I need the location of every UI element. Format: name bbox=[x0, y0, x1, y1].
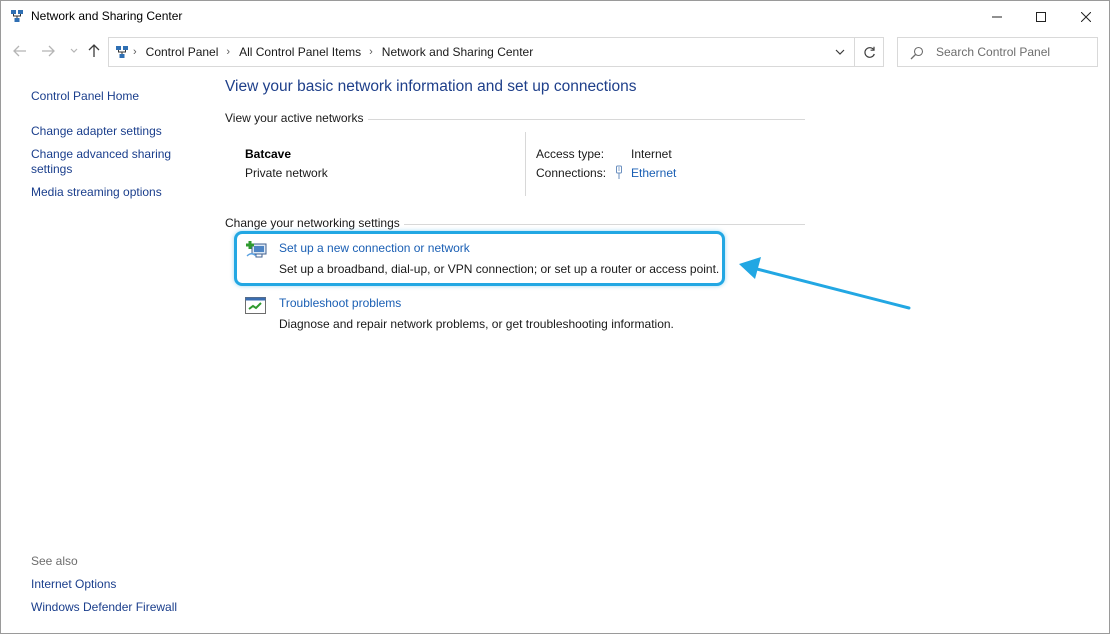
setup-new-connection-description: Set up a broadband, dial-up, or VPN conn… bbox=[279, 262, 720, 276]
breadcrumb-all-items[interactable]: All Control Panel Items bbox=[239, 45, 361, 59]
title-bar: Network and Sharing Center bbox=[1, 1, 1109, 32]
active-networks-section: View your active networks bbox=[225, 111, 805, 127]
chevron-right-icon[interactable]: › bbox=[369, 46, 373, 58]
see-also-heading: See also bbox=[31, 554, 78, 568]
network-type: Private network bbox=[245, 166, 328, 180]
address-dropdown-icon[interactable] bbox=[834, 46, 846, 58]
active-networks-heading: View your active networks bbox=[225, 111, 368, 125]
access-type-value: Internet bbox=[631, 147, 672, 161]
connections-label: Connections: bbox=[536, 166, 607, 180]
navigation-bar: › Control Panel › All Control Panel Item… bbox=[1, 37, 1109, 67]
troubleshoot-icon bbox=[245, 297, 266, 314]
recent-locations-button[interactable] bbox=[65, 41, 83, 61]
close-icon bbox=[1081, 11, 1091, 22]
highlight-box bbox=[234, 231, 725, 286]
refresh-button[interactable] bbox=[855, 37, 884, 67]
chevron-right-icon[interactable]: › bbox=[133, 46, 137, 58]
vertical-divider bbox=[525, 132, 526, 196]
breadcrumb-control-panel[interactable]: Control Panel bbox=[146, 45, 219, 59]
search-icon bbox=[910, 46, 924, 60]
setup-new-connection-link[interactable]: Set up a new connection or network bbox=[279, 241, 470, 255]
control-panel-icon bbox=[116, 46, 128, 58]
ethernet-connection-link[interactable]: Ethernet bbox=[631, 166, 676, 180]
media-streaming-options-link[interactable]: Media streaming options bbox=[31, 185, 162, 200]
change-advanced-sharing-link[interactable]: Change advanced sharing settings bbox=[31, 147, 181, 177]
troubleshoot-problems-description: Diagnose and repair network problems, or… bbox=[279, 317, 674, 331]
minimize-icon bbox=[992, 16, 1002, 17]
up-button[interactable] bbox=[85, 41, 103, 61]
chevron-right-icon[interactable]: › bbox=[226, 46, 230, 58]
control-panel-home-link[interactable]: Control Panel Home bbox=[31, 89, 139, 104]
arrow-up-icon bbox=[88, 44, 100, 57]
breadcrumb-network-sharing-center[interactable]: Network and Sharing Center bbox=[382, 45, 533, 59]
change-settings-heading: Change your networking settings bbox=[225, 216, 404, 230]
back-button[interactable] bbox=[11, 41, 29, 61]
minimize-button[interactable] bbox=[974, 1, 1020, 32]
ethernet-icon bbox=[616, 165, 622, 179]
internet-options-link[interactable]: Internet Options bbox=[31, 577, 116, 591]
page-title: View your basic network information and … bbox=[225, 78, 637, 95]
annotation-arrow-icon bbox=[739, 257, 911, 310]
arrow-left-icon bbox=[13, 45, 26, 57]
breadcrumb: › Control Panel › All Control Panel Item… bbox=[133, 45, 533, 59]
new-connection-icon bbox=[246, 241, 267, 258]
change-adapter-settings-link[interactable]: Change adapter settings bbox=[31, 124, 162, 139]
window-title: Network and Sharing Center bbox=[31, 9, 183, 23]
network-icon bbox=[11, 10, 23, 22]
change-settings-section: Change your networking settings bbox=[225, 216, 805, 232]
close-button[interactable] bbox=[1063, 1, 1109, 32]
maximize-icon bbox=[1036, 11, 1046, 22]
refresh-icon bbox=[863, 46, 875, 58]
network-name: Batcave bbox=[245, 147, 292, 161]
address-bar[interactable]: › Control Panel › All Control Panel Item… bbox=[108, 37, 855, 67]
access-type-label: Access type: bbox=[536, 147, 605, 161]
search-input[interactable] bbox=[936, 45, 1091, 59]
chevron-down-icon bbox=[70, 48, 78, 53]
forward-button[interactable] bbox=[39, 41, 57, 61]
network-sharing-center-window: Network and Sharing Center › Control Pan… bbox=[0, 0, 1110, 634]
maximize-button[interactable] bbox=[1018, 1, 1064, 32]
search-box[interactable] bbox=[897, 37, 1098, 67]
arrow-right-icon bbox=[42, 45, 55, 57]
troubleshoot-problems-link[interactable]: Troubleshoot problems bbox=[279, 296, 401, 310]
windows-defender-firewall-link[interactable]: Windows Defender Firewall bbox=[31, 600, 177, 614]
